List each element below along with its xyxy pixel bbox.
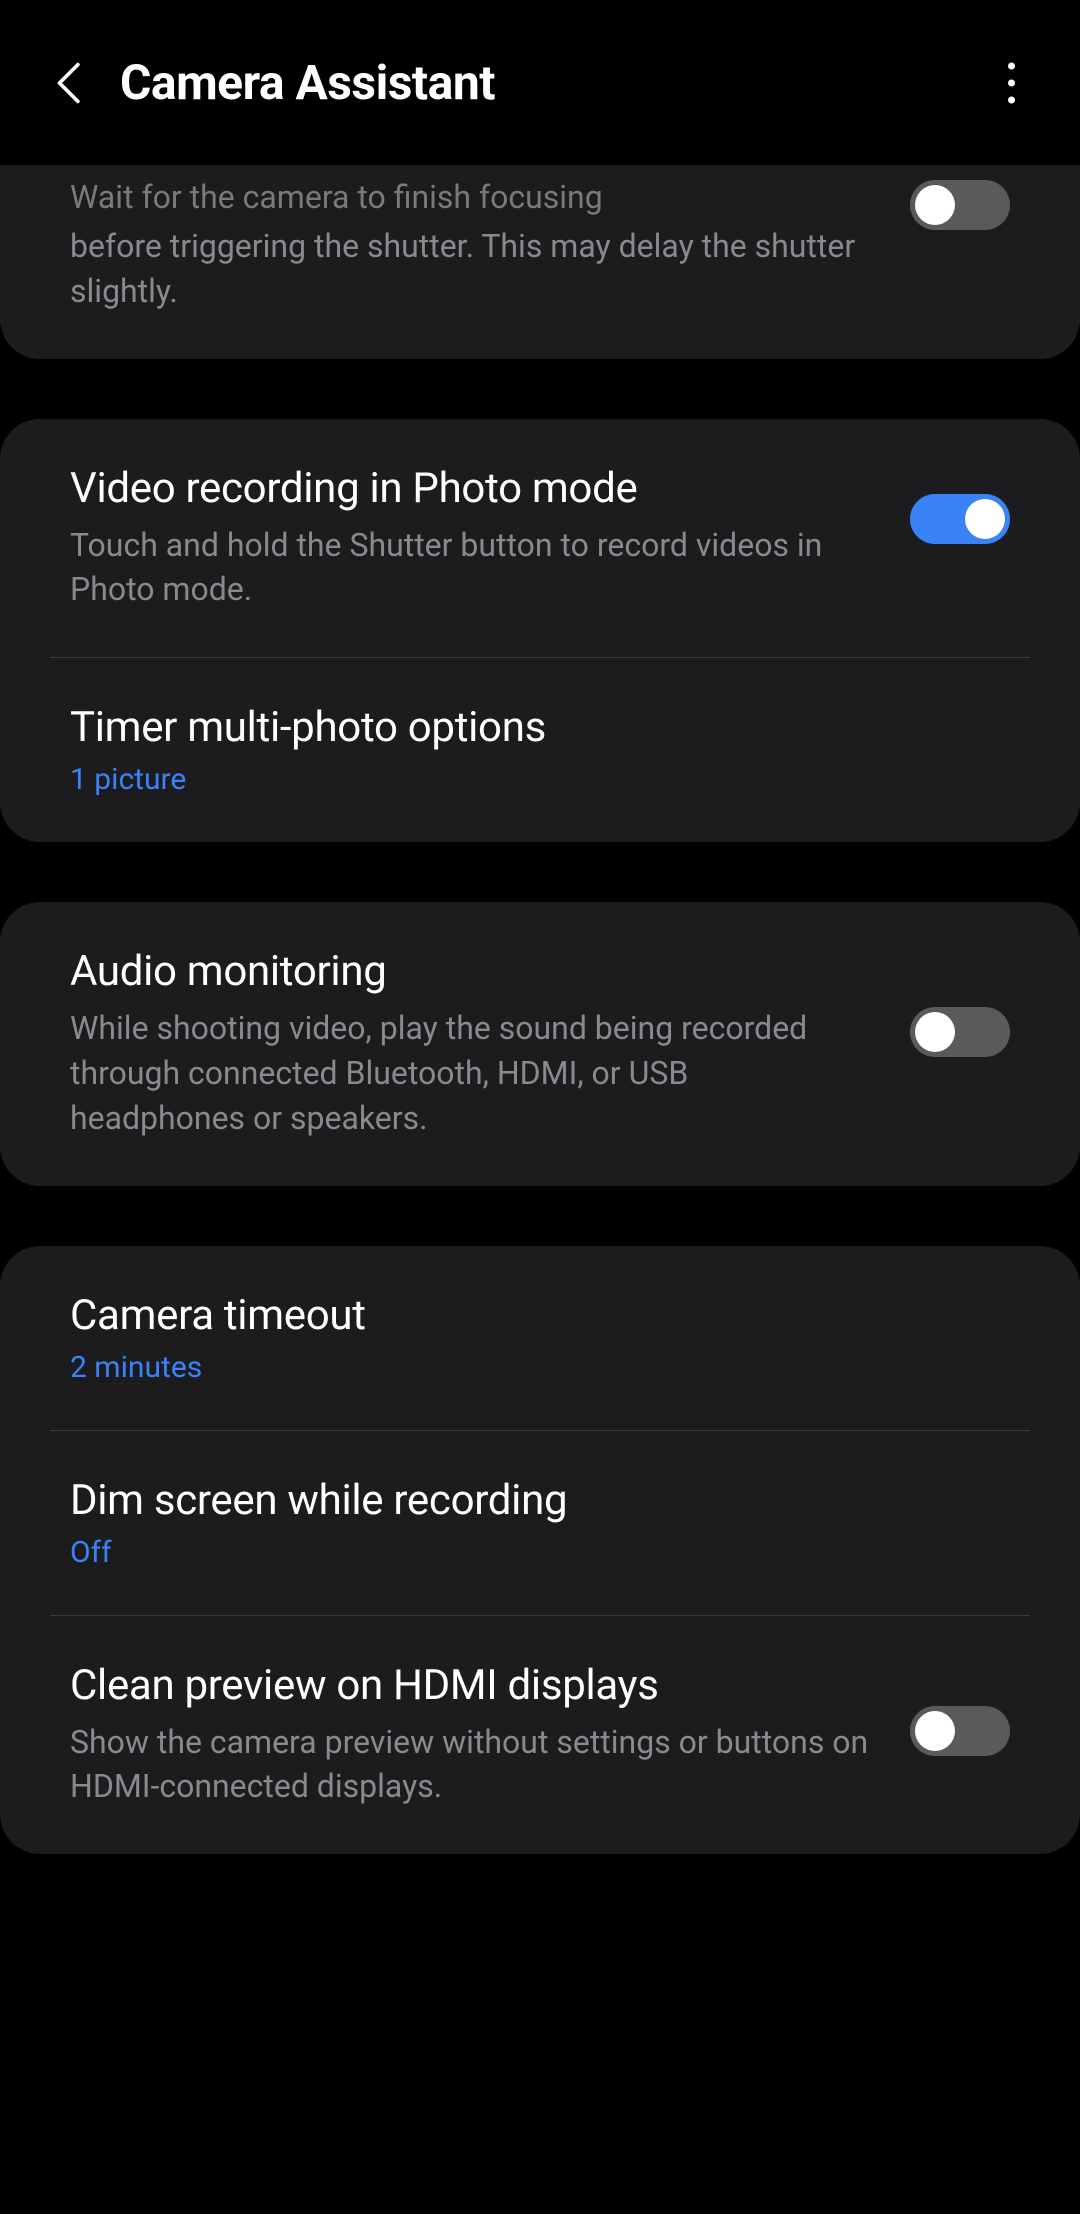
toggle-audio-monitoring[interactable] <box>910 1007 1010 1057</box>
setting-text-block: Wait for the camera to finish focusing b… <box>70 180 910 314</box>
setting-clean-preview[interactable]: Clean preview on HDMI displays Show the … <box>0 1616 1080 1855</box>
settings-card-focus: Wait for the camera to finish focusing b… <box>0 165 1080 359</box>
toggle-knob <box>915 185 955 225</box>
toggle-video-in-photo[interactable] <box>910 494 1010 544</box>
setting-camera-timeout[interactable]: Camera timeout 2 minutes <box>0 1246 1080 1430</box>
more-icon <box>1008 62 1015 69</box>
settings-content: Wait for the camera to finish focusing b… <box>0 165 1080 1854</box>
setting-description: Touch and hold the Shutter button to rec… <box>70 523 870 613</box>
setting-text-block: Timer multi-photo options 1 picture <box>70 703 1010 797</box>
setting-title: Timer multi-photo options <box>70 703 970 752</box>
setting-title: Camera timeout <box>70 1291 970 1340</box>
setting-title: Dim screen while recording <box>70 1476 970 1525</box>
toggle-knob <box>965 499 1005 539</box>
setting-value: 2 minutes <box>70 1350 970 1385</box>
setting-video-in-photo[interactable]: Video recording in Photo mode Touch and … <box>0 419 1080 658</box>
setting-timer-multi-photo[interactable]: Timer multi-photo options 1 picture <box>0 658 1080 842</box>
back-button[interactable] <box>50 63 90 103</box>
setting-text-block: Dim screen while recording Off <box>70 1476 1010 1570</box>
setting-title: Video recording in Photo mode <box>70 464 870 513</box>
setting-text-block: Video recording in Photo mode Touch and … <box>70 464 910 613</box>
setting-text-block: Clean preview on HDMI displays Show the … <box>70 1661 910 1810</box>
settings-card-video-timer: Video recording in Photo mode Touch and … <box>0 419 1080 843</box>
toggle-clean-preview[interactable] <box>910 1706 1010 1756</box>
settings-card-audio: Audio monitoring While shooting video, p… <box>0 902 1080 1185</box>
more-icon <box>1008 79 1015 86</box>
setting-text-block: Audio monitoring While shooting video, p… <box>70 947 910 1140</box>
more-options-button[interactable] <box>1008 62 1015 103</box>
chevron-left-icon <box>54 62 86 104</box>
setting-description-line2: before triggering the shutter. This may … <box>70 224 870 314</box>
toggle-focus-priority[interactable] <box>910 180 1010 230</box>
setting-value: 1 picture <box>70 762 970 797</box>
setting-title: Audio monitoring <box>70 947 870 996</box>
setting-title: Clean preview on HDMI displays <box>70 1661 870 1710</box>
more-icon <box>1008 96 1015 103</box>
setting-text-block: Camera timeout 2 minutes <box>70 1291 1010 1385</box>
setting-value: Off <box>70 1535 970 1570</box>
page-title: Camera Assistant <box>120 54 495 111</box>
setting-audio-monitoring[interactable]: Audio monitoring While shooting video, p… <box>0 902 1080 1185</box>
setting-description: Show the camera preview without settings… <box>70 1720 870 1810</box>
setting-focus-priority[interactable]: Wait for the camera to finish focusing b… <box>0 165 1080 359</box>
toggle-knob <box>915 1012 955 1052</box>
toggle-knob <box>915 1711 955 1751</box>
setting-dim-screen[interactable]: Dim screen while recording Off <box>0 1431 1080 1615</box>
setting-description: While shooting video, play the sound bei… <box>70 1006 870 1140</box>
app-header: Camera Assistant <box>0 0 1080 165</box>
setting-description-line1: Wait for the camera to finish focusing <box>70 178 870 216</box>
settings-card-misc: Camera timeout 2 minutes Dim screen whil… <box>0 1246 1080 1855</box>
